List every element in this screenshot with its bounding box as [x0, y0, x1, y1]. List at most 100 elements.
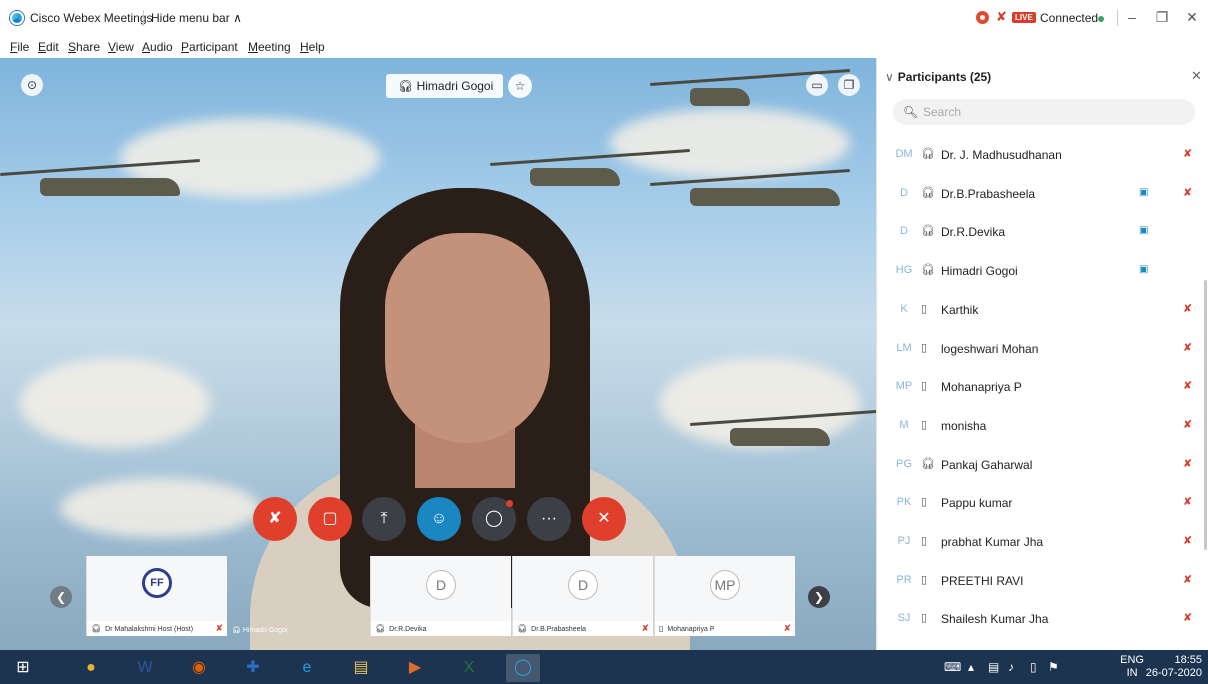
muted-mic-icon: ✘ — [996, 9, 1007, 24]
firefox-icon[interactable]: ◉ — [182, 654, 216, 682]
system-tray: ⌨ ▴ ▤ ♪ ▯ ⚑ ENG IN 18:55 26-07-2020 — [938, 650, 1208, 684]
participant-row[interactable]: K ▯ Karthik ✘ — [877, 291, 1199, 329]
battery-icon[interactable]: ▯ — [1030, 660, 1037, 674]
webex-icon[interactable]: ◯ — [506, 654, 540, 682]
restore-button[interactable]: ❐ — [1150, 6, 1174, 28]
chevron-left-icon[interactable]: ❮ — [50, 586, 72, 608]
media-icon[interactable]: ▶ — [398, 654, 432, 682]
chevron-right-icon[interactable]: ❯ — [808, 586, 830, 608]
video-camera-icon: ▣ — [1139, 225, 1149, 237]
explorer-icon[interactable]: ▤ — [344, 654, 378, 682]
webex-app-icon — [10, 11, 24, 25]
search-icon: 🔍︎ — [903, 105, 919, 119]
excel-icon[interactable]: X — [452, 654, 486, 682]
muted-mic-icon: ✘ — [215, 623, 223, 633]
word-icon[interactable]: W — [128, 654, 162, 682]
thumbnail-name: Dr Mahalakshmi Host (Host) — [105, 626, 194, 633]
network-icon[interactable]: ▤ — [988, 660, 999, 674]
participants-button[interactable]: ☺ — [417, 497, 461, 541]
headset-icon: 🎧︎ — [921, 148, 935, 160]
participant-row[interactable]: MP ▯ Mohanapriya P ✘ — [877, 368, 1199, 406]
participant-row[interactable]: SJ ▯ Shailesh Kumar Jha ✘ — [877, 600, 1199, 638]
phone-icon: ▯ — [921, 496, 928, 509]
menu-share[interactable]: Share — [68, 40, 100, 54]
menu-edit[interactable]: Edit — [38, 40, 59, 54]
menu-file[interactable]: File — [10, 40, 29, 54]
clock-time: 18:55 — [1174, 654, 1202, 666]
chat-button[interactable]: ◯ — [472, 497, 516, 541]
background-cloud — [610, 108, 850, 178]
info-icon[interactable]: ⊙ — [21, 74, 43, 96]
chrome-icon[interactable]: ● — [74, 654, 108, 682]
stop-video-button[interactable]: ▢ — [308, 497, 352, 541]
ie-icon[interactable]: e — [290, 654, 324, 682]
participant-row[interactable]: LM ▯ logeshwari Mohan ✘ — [877, 330, 1199, 368]
thumbnail-host[interactable]: FF 🎧︎ Dr Mahalakshmi Host (Host) ✘ — [86, 556, 227, 636]
menu-help[interactable]: Help — [300, 40, 325, 54]
connection-status: Connected — [1040, 11, 1099, 25]
leave-meeting-button[interactable]: ✕ — [582, 497, 626, 541]
language-indicator[interactable]: ENG IN — [1120, 654, 1144, 680]
participants-header[interactable]: ∨ Participants (25) — [885, 70, 991, 84]
flag-icon[interactable]: ⚑ — [1048, 660, 1059, 674]
thumbnail-name-bar: ▯ Mohanapriya P ✘ — [655, 621, 795, 636]
participant-name: monisha — [941, 418, 987, 433]
menu-view[interactable]: View — [108, 40, 134, 54]
participant-row[interactable]: PG 🎧︎ Pankaj Gaharwal ✘ — [877, 446, 1199, 484]
thumbnail-name: Mohanapriya P — [667, 626, 715, 633]
menu-meeting[interactable]: Meeting — [248, 40, 291, 54]
scrollbar[interactable] — [1204, 280, 1207, 550]
participant-row[interactable]: M ▯ monisha ✘ — [877, 407, 1199, 445]
headset-icon: 🎧︎ — [91, 624, 102, 633]
participant-initials: PR — [896, 573, 912, 586]
participant-name: Dr.B.Prabasheela — [941, 186, 1036, 201]
thumbnail-name-bar: 🎧︎ Dr.R.Devika — [371, 621, 511, 636]
participants-panel: ∨ Participants (25) ✕ 🔍︎ Search DM 🎧︎ Dr. J.… — [876, 58, 1208, 650]
defender-icon[interactable]: ✚ — [236, 654, 270, 682]
participant-row[interactable]: PR ▯ PREETHI RAVI ✘ — [877, 562, 1199, 600]
participant-row[interactable]: HG 🎧︎ Himadri Gogoi ▣ — [877, 252, 1199, 290]
thumbnail-strip: ❮ FF 🎧︎ Dr Mahalakshmi Host (Host) ✘ 🎧︎ H… — [0, 556, 876, 638]
clock[interactable]: 18:55 26-07-2020 — [1146, 654, 1202, 680]
phone-icon: ▯ — [921, 380, 928, 393]
headset-icon: 🎧︎ — [921, 186, 935, 199]
search-placeholder: Search — [923, 105, 962, 119]
participant-row[interactable]: PJ ▯ prabhat Kumar Jha ✘ — [877, 523, 1199, 561]
mute-button[interactable]: ✘ — [253, 497, 297, 541]
phone-icon: ▯ — [921, 612, 928, 625]
more-options-button[interactable]: ··· — [527, 497, 571, 541]
chevron-up-icon[interactable]: ▴ — [968, 660, 974, 674]
participant-name: Mohanapriya P — [941, 380, 1022, 395]
participant-row[interactable]: D 🎧︎ Dr.R.Devika ▣ — [877, 213, 1199, 251]
recording-icon[interactable] — [976, 11, 989, 24]
keyboard-icon[interactable]: ⌨ — [944, 660, 961, 674]
hide-menu-bar-button[interactable]: Hide menu bar ∧ — [151, 11, 242, 25]
thumbnail-participant[interactable]: MP ▯ Mohanapriya P ✘ — [654, 556, 795, 636]
participant-initials: DM — [895, 148, 913, 160]
pin-icon[interactable]: ☆ — [508, 74, 532, 98]
close-panel-icon[interactable]: ✕ — [1191, 68, 1202, 84]
participant-row[interactable]: PK ▯ Pappu kumar ✘ — [877, 484, 1199, 522]
live-badge: LIVE — [1012, 12, 1036, 23]
thumbnail-loose-label: 🎧︎ Himadri Gogoi — [232, 623, 288, 638]
layout-icon[interactable]: ▭ — [806, 74, 828, 96]
participant-row[interactable]: D 🎧︎ Dr.B.Prabasheela ▣ ✘ — [877, 175, 1199, 213]
participants-title: Participants (25) — [897, 70, 992, 84]
menu-audio[interactable]: Audio — [142, 40, 173, 54]
main-video[interactable]: ⊙ 🎧︎ Himadri Gogoi ☆ ▭ ❐ ✘ ▢ ⤒ ☺ ◯ ··· ✕… — [0, 58, 876, 650]
search-input[interactable]: 🔍︎ Search — [893, 99, 1195, 125]
thumbnail-participant[interactable]: D 🎧︎ Dr.R.Devika — [370, 556, 511, 636]
muted-mic-icon: ✘ — [1183, 418, 1193, 431]
minimize-button[interactable]: – — [1120, 6, 1144, 28]
volume-icon[interactable]: ♪ — [1008, 660, 1014, 674]
background-cloud — [60, 478, 260, 538]
share-button[interactable]: ⤒ — [362, 497, 406, 541]
thumbnail-participant[interactable]: D 🎧︎ Dr.B.Prabasheela ✘ — [512, 556, 653, 636]
participant-name: Dr.R.Devika — [941, 225, 1006, 240]
close-window-button[interactable]: ✕ — [1180, 6, 1204, 28]
windows-start-icon[interactable]: ⊞ — [6, 654, 40, 682]
headset-icon: 🎧︎ — [921, 457, 935, 470]
menu-participant[interactable]: Participant — [181, 40, 238, 54]
popout-icon[interactable]: ❐ — [838, 74, 860, 96]
participant-row[interactable]: DM 🎧︎ Dr. J. Madhusudhanan ✘ — [877, 136, 1199, 174]
